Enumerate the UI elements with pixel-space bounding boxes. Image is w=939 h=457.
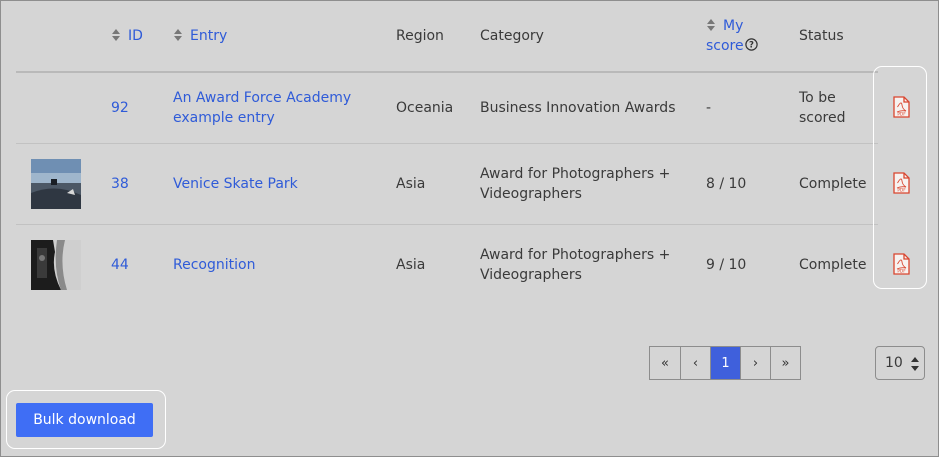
pdf-file-icon[interactable]: PDF bbox=[893, 172, 910, 194]
svg-text:?: ? bbox=[749, 41, 754, 51]
entry-thumbnail[interactable] bbox=[31, 240, 81, 290]
sort-icon[interactable] bbox=[112, 29, 120, 41]
next-page-button[interactable]: › bbox=[740, 347, 770, 379]
region-cell: Asia bbox=[396, 176, 426, 192]
page-1-button[interactable]: 1 bbox=[710, 347, 740, 379]
pdf-file-icon[interactable]: PDF bbox=[893, 96, 910, 118]
header-divider bbox=[16, 71, 878, 73]
last-page-button[interactable]: » bbox=[770, 347, 800, 379]
status-cell: To be bbox=[799, 90, 836, 106]
column-header-id[interactable]: ID bbox=[128, 26, 143, 46]
page-frame bbox=[0, 0, 939, 457]
svg-text:PDF: PDF bbox=[897, 111, 906, 117]
sort-icon[interactable] bbox=[174, 29, 182, 41]
entry-title-link[interactable]: Recognition bbox=[173, 255, 255, 275]
score-cell: 8 / 10 bbox=[706, 176, 747, 192]
region-cell: Asia bbox=[396, 257, 426, 273]
category-cell: Award for Photographers + bbox=[480, 247, 671, 263]
column-header-my-score-line2[interactable]: score bbox=[706, 36, 744, 56]
entry-thumbnail[interactable] bbox=[31, 159, 81, 209]
svg-text:PDF: PDF bbox=[897, 187, 906, 193]
select-arrows-icon bbox=[911, 357, 919, 375]
status-cell: scored bbox=[799, 110, 846, 126]
column-header-category: Category bbox=[480, 28, 544, 44]
column-header-region: Region bbox=[396, 28, 444, 44]
pdf-file-icon[interactable]: PDF bbox=[893, 253, 910, 275]
entry-title-link[interactable]: Venice Skate Park bbox=[173, 174, 298, 194]
entry-id-link[interactable]: 44 bbox=[111, 255, 129, 275]
status-cell: Complete bbox=[799, 176, 867, 192]
sort-icon[interactable] bbox=[707, 19, 715, 31]
help-icon[interactable]: ? bbox=[745, 38, 758, 51]
row-divider bbox=[16, 143, 878, 144]
category-cell: Videographers bbox=[480, 267, 582, 283]
entry-title-link[interactable]: An Award Force Academy bbox=[173, 88, 351, 108]
score-cell: - bbox=[706, 100, 712, 116]
per-page-select[interactable]: 10 bbox=[875, 346, 925, 380]
previous-page-button[interactable]: ‹ bbox=[680, 347, 710, 379]
entry-id-link[interactable]: 92 bbox=[111, 98, 129, 118]
region-cell: Oceania bbox=[396, 100, 454, 116]
column-header-status: Status bbox=[799, 28, 844, 44]
per-page-value: 10 bbox=[885, 355, 903, 371]
score-cell: 9 / 10 bbox=[706, 257, 747, 273]
row-divider bbox=[16, 224, 878, 225]
entry-id-link[interactable]: 38 bbox=[111, 174, 129, 194]
column-header-my-score-line1[interactable]: My bbox=[723, 16, 743, 36]
category-cell: Business Innovation Awards bbox=[480, 100, 676, 116]
category-cell: Award for Photographers + bbox=[480, 166, 671, 182]
entry-title-link[interactable]: example entry bbox=[173, 108, 275, 128]
status-cell: Complete bbox=[799, 257, 867, 273]
svg-text:PDF: PDF bbox=[897, 268, 906, 274]
pagination: « ‹ 1 › » bbox=[649, 346, 801, 380]
first-page-button[interactable]: « bbox=[650, 347, 680, 379]
bulk-download-button[interactable]: Bulk download bbox=[16, 403, 153, 437]
column-header-entry[interactable]: Entry bbox=[190, 26, 227, 46]
category-cell: Videographers bbox=[480, 186, 582, 202]
